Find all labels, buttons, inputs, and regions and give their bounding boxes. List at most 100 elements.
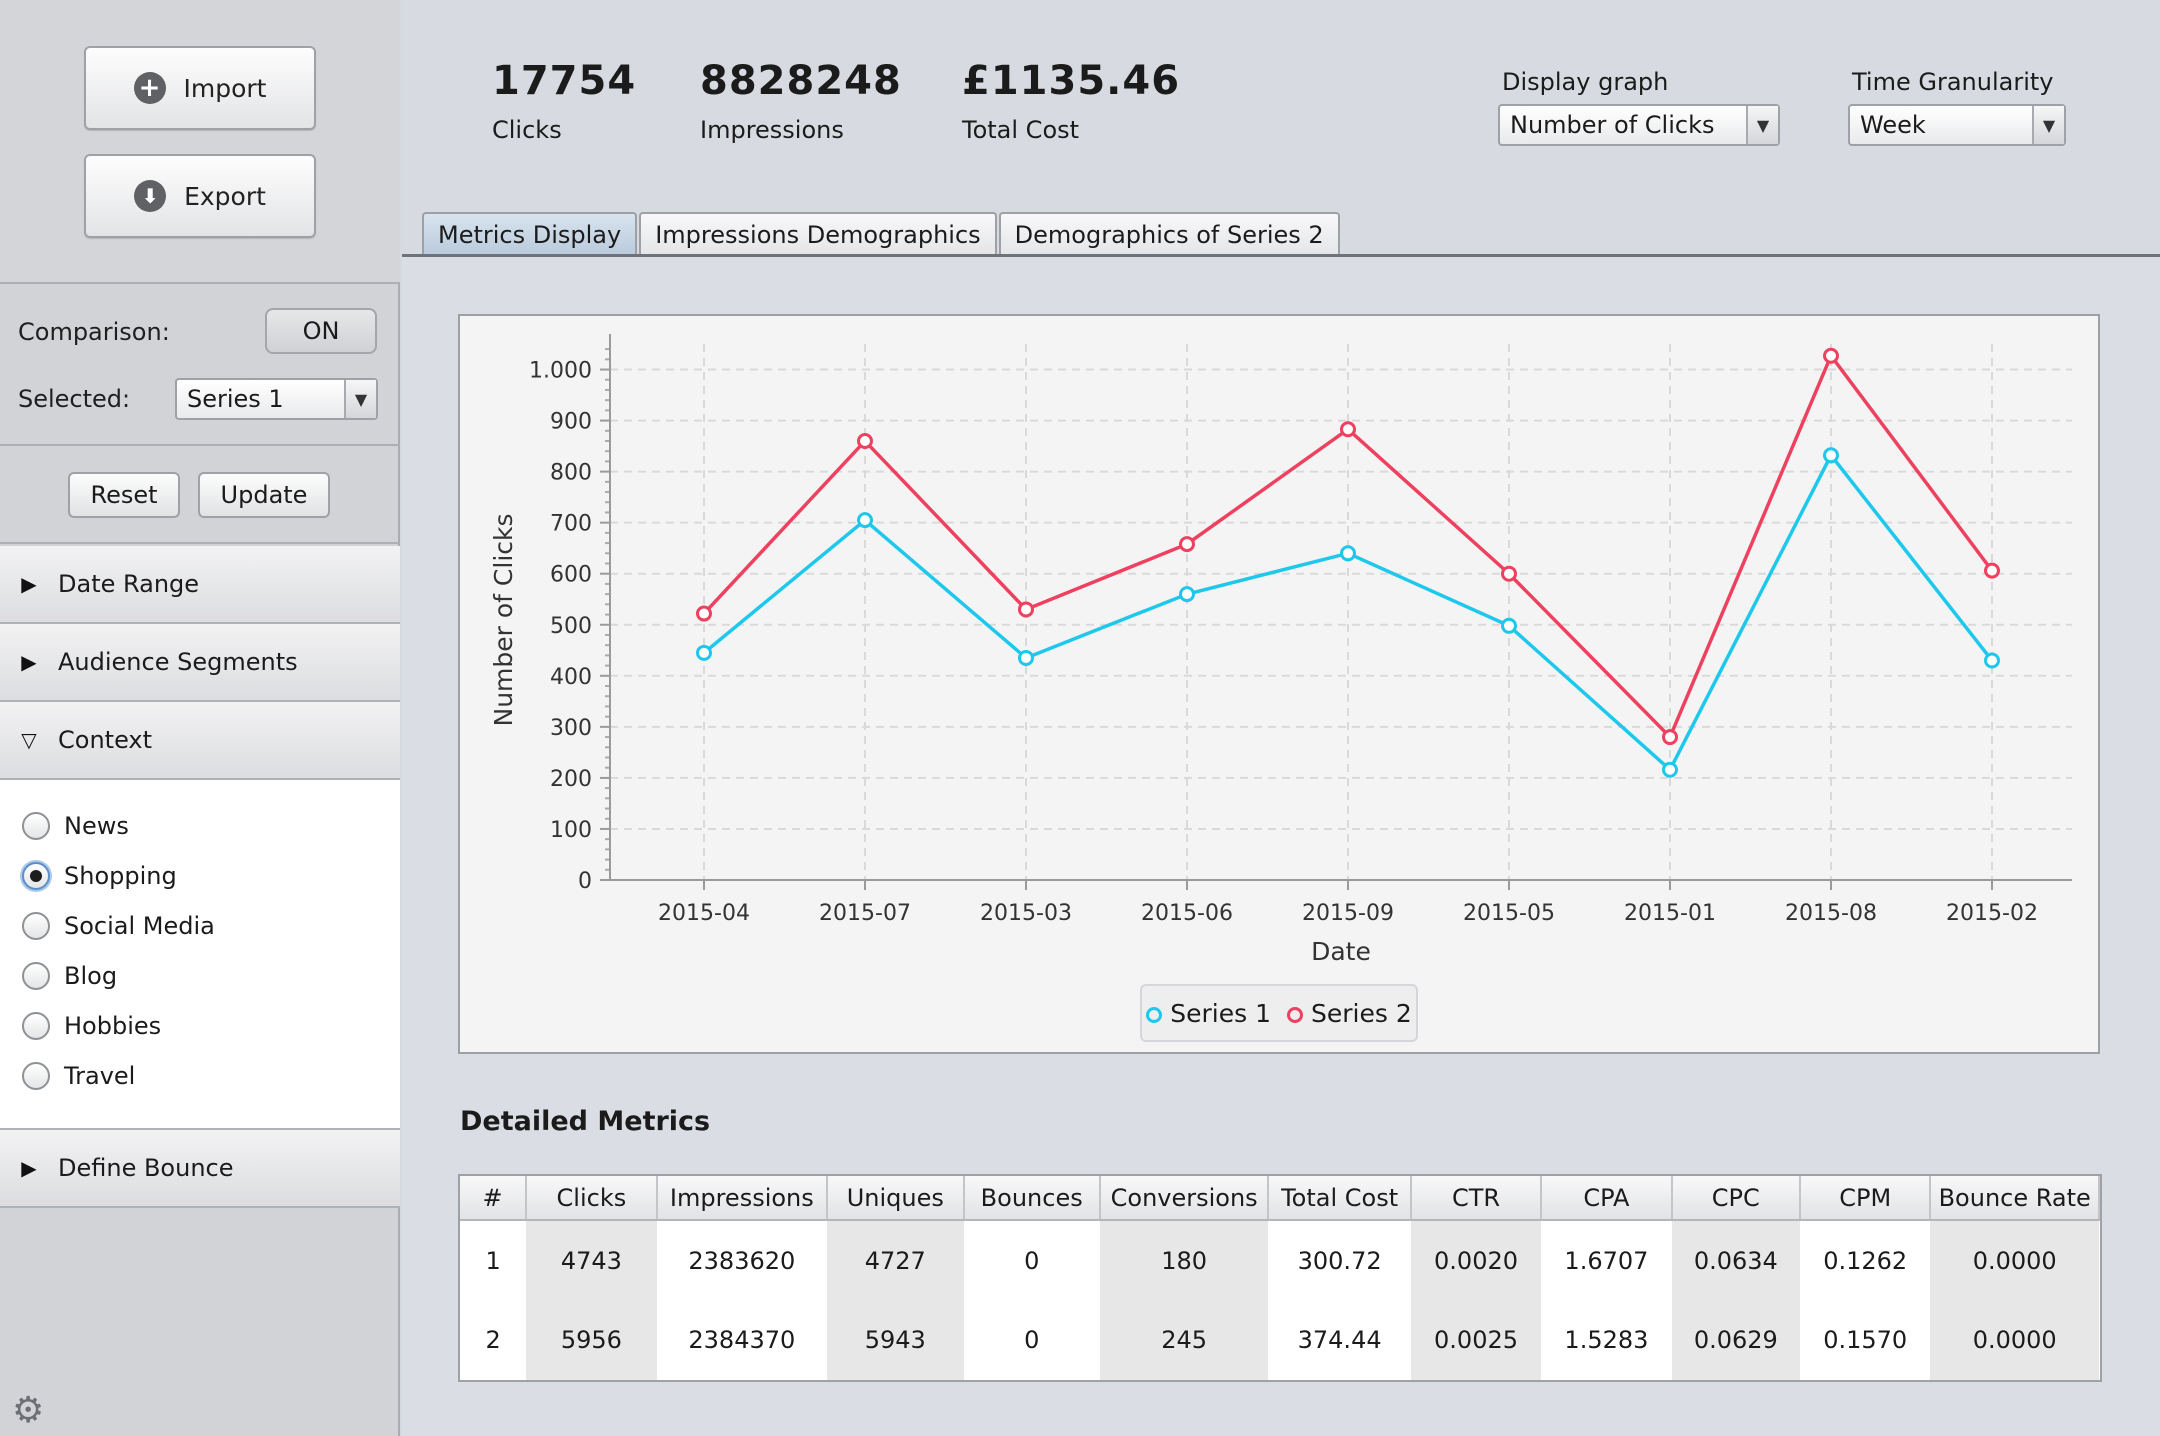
export-button[interactable]: ⬇ Export [84, 154, 316, 238]
table-cell: 2 [485, 1326, 501, 1354]
data-point-series-2 [1662, 729, 1678, 746]
column-header[interactable]: Impressions [656, 1176, 829, 1221]
series-select[interactable]: Series 1 ▼ [175, 378, 378, 420]
context-option-blog[interactable]: Blog [22, 962, 117, 990]
table-cell: 5943 [827, 1300, 964, 1380]
stat-clicks-label: Clicks [492, 116, 562, 144]
y-tick-label: 1.000 [529, 359, 592, 384]
comparison-toggle[interactable]: ON [265, 308, 377, 354]
data-point-series-1 [1501, 617, 1517, 634]
column-header[interactable]: CTR [1410, 1176, 1543, 1221]
x-tick-label: 2015-07 [819, 901, 911, 926]
reset-button[interactable]: Reset [68, 472, 180, 518]
data-point-series-2 [1823, 347, 1839, 364]
plus-circle-icon: + [133, 72, 166, 104]
legend-item-series-1: Series 1 [1146, 999, 1271, 1028]
accordion-define-bounce-label: Define Bounce [58, 1154, 234, 1182]
import-button[interactable]: + Import [84, 46, 316, 130]
data-point-series-2 [1018, 601, 1034, 618]
table-cell: 0.0020 [1410, 1220, 1542, 1300]
context-option-label: News [64, 812, 129, 840]
radio-button[interactable] [22, 962, 50, 990]
context-options: News Shopping Social Media Blog Hobbies … [0, 780, 400, 1130]
selected-label: Selected: [18, 385, 131, 413]
chevron-down-icon: ▼ [344, 380, 376, 418]
column-header[interactable]: # [460, 1176, 528, 1221]
tab-demographics-series-2[interactable]: Demographics of Series 2 [998, 212, 1340, 256]
stat-clicks-value: 17754 [492, 58, 637, 104]
update-button[interactable]: Update [198, 472, 330, 518]
context-option-label: Hobbies [64, 1012, 162, 1040]
triangle-right-icon: ▶ [21, 650, 37, 674]
triangle-right-icon: ▶ [21, 1156, 37, 1180]
column-header[interactable]: Uniques [827, 1176, 965, 1221]
column-header[interactable]: Conversions [1099, 1176, 1270, 1221]
legend-marker-series-1 [1146, 1006, 1163, 1023]
legend-label-series-2: Series 2 [1311, 998, 1412, 1028]
table-row[interactable]: 1 4743 2383620 4727 0 180 300.72 0.0020 … [460, 1220, 2099, 1300]
time-granularity-select[interactable]: Week ▼ [1848, 104, 2066, 146]
table-cell: 2383620 [688, 1246, 796, 1275]
context-option-social-media[interactable]: Social Media [22, 912, 215, 940]
stat-total-cost: £1135.46 Total Cost [962, 58, 1180, 144]
import-export-panel: + Import ⬇ Export [0, 0, 400, 284]
context-option-label: Shopping [64, 862, 177, 890]
y-tick-label: 500 [550, 614, 592, 639]
column-header[interactable]: CPM [1800, 1176, 1932, 1221]
chart-legend: Series 1 Series 2 [1140, 984, 1418, 1042]
table-cell: 0.0629 [1671, 1300, 1800, 1380]
stat-impressions-label: Impressions [700, 116, 844, 144]
table-cell: 0 [1024, 1246, 1040, 1275]
table-cell: 0 [1024, 1326, 1040, 1354]
stat-total-cost-value: £1135.46 [962, 58, 1181, 104]
table-cell: 374.44 [1297, 1326, 1382, 1354]
context-option-news[interactable]: News [22, 812, 129, 840]
accordion-date-range-label: Date Range [58, 570, 200, 598]
triangle-down-outline-icon: ▽ [21, 728, 37, 752]
context-option-shopping[interactable]: Shopping [22, 862, 177, 890]
column-header[interactable]: Bounce Rate [1930, 1176, 2100, 1221]
radio-button-selected[interactable] [22, 862, 50, 890]
radio-button[interactable] [22, 1012, 50, 1040]
radio-button[interactable] [22, 1062, 50, 1090]
gear-icon[interactable]: ⚙ [12, 1390, 44, 1431]
context-option-travel[interactable]: Travel [22, 1062, 135, 1090]
accordion-audience-segments[interactable]: ▶ Audience Segments [0, 624, 400, 702]
table-cell: 0.0000 [1930, 1220, 2099, 1300]
data-point-series-1 [696, 644, 712, 661]
data-point-series-2 [857, 432, 873, 449]
accordion-audience-segments-label: Audience Segments [58, 648, 298, 676]
x-tick-label: 2015-03 [980, 901, 1072, 926]
context-option-label: Social Media [64, 912, 215, 940]
legend-item-series-2: Series 2 [1287, 999, 1412, 1028]
chart-container: 0 100 200 300 400 500 600 700 800 900 1.000 2015-04… [458, 314, 2100, 1054]
tab-impressions-demographics[interactable]: Impressions Demographics [639, 212, 997, 256]
display-graph-select[interactable]: Number of Clicks ▼ [1498, 104, 1780, 146]
metrics-table: # Clicks Impressions Uniques Bounces Con… [458, 1174, 2102, 1382]
data-point-series-1 [1340, 545, 1356, 562]
tab-metrics-display[interactable]: Metrics Display [422, 212, 638, 256]
table-cell: 1.5283 [1564, 1326, 1649, 1354]
y-axis-label: Number of Clicks [489, 513, 518, 726]
table-cell: 2384370 [688, 1326, 796, 1354]
column-header[interactable]: CPC [1671, 1176, 1802, 1221]
x-tick-label: 2015-02 [1946, 901, 2038, 926]
display-graph-label: Display graph [1502, 68, 1669, 96]
series-select-value: Series 1 [187, 385, 284, 413]
column-header[interactable]: Total Cost [1268, 1176, 1412, 1221]
context-option-hobbies[interactable]: Hobbies [22, 1012, 161, 1040]
accordion-define-bounce[interactable]: ▶ Define Bounce [0, 1130, 400, 1208]
table-cell: 180 [1099, 1220, 1269, 1300]
column-header[interactable]: Clicks [526, 1176, 658, 1221]
table-row[interactable]: 2 5956 2384370 5943 0 245 374.44 0.0025 … [460, 1300, 2099, 1380]
column-header[interactable]: Bounces [963, 1176, 1101, 1221]
radio-button[interactable] [22, 912, 50, 940]
data-point-series-2 [1984, 562, 2000, 579]
line-chart: 0 100 200 300 400 500 600 700 800 900 1.000 2015-04… [489, 334, 2072, 966]
radio-button[interactable] [22, 812, 50, 840]
y-tick-label: 600 [550, 563, 592, 588]
data-point-series-1 [1823, 447, 1839, 464]
column-header[interactable]: CPA [1541, 1176, 1673, 1221]
accordion-date-range[interactable]: ▶ Date Range [0, 546, 400, 624]
accordion-context[interactable]: ▽ Context [0, 702, 400, 780]
